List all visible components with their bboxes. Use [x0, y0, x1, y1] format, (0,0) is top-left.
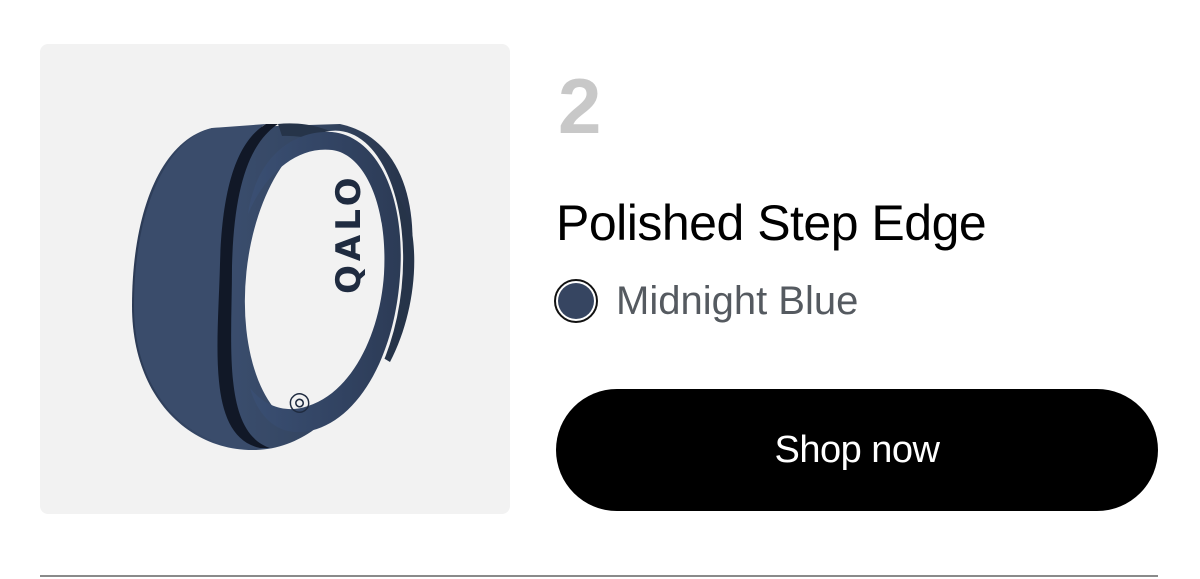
- ring-brand-imprint: QALO: [329, 173, 369, 294]
- color-swatch[interactable]: [554, 279, 598, 323]
- ring-illustration: QALO ◎: [132, 123, 415, 451]
- color-name: Midnight Blue: [616, 279, 859, 323]
- color-option[interactable]: Midnight Blue: [554, 274, 858, 328]
- product-image[interactable]: QALO ◎: [40, 44, 510, 514]
- shop-now-button[interactable]: Shop now: [556, 389, 1158, 511]
- rank-number: 2: [558, 62, 601, 150]
- product-title[interactable]: Polished Step Edge: [556, 190, 987, 256]
- section-divider: [40, 575, 1158, 577]
- color-swatch-fill: [558, 283, 594, 319]
